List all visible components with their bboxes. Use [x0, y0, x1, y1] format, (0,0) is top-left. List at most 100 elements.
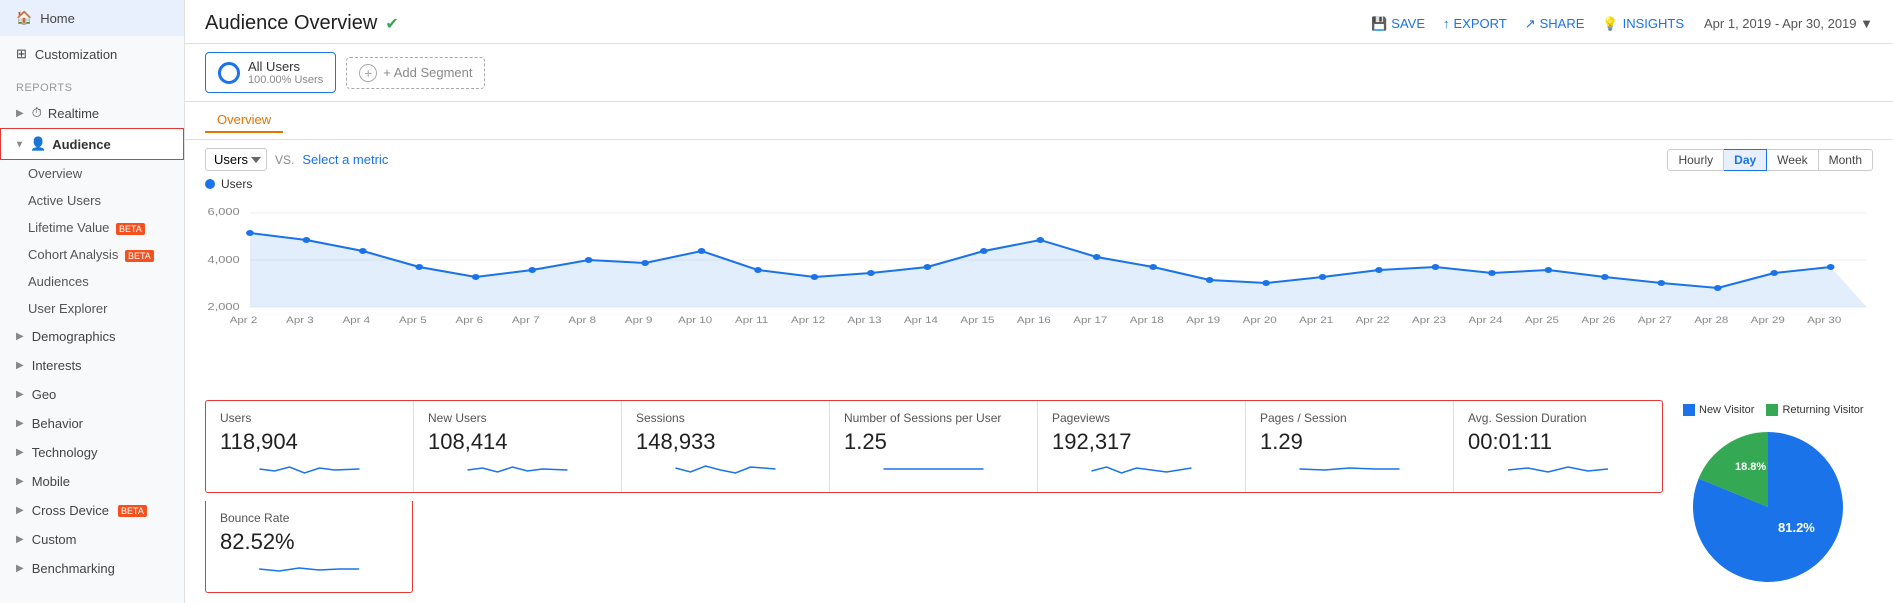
metric-label-bounce: Bounce Rate: [220, 511, 398, 525]
sidebar-item-audience[interactable]: ▾ 👤 Audience: [0, 128, 184, 160]
data-point: [585, 257, 593, 263]
chevron-icon-3: ▶: [16, 360, 24, 371]
legend-returning-visitor: Returning Visitor: [1766, 404, 1863, 416]
bottom-section: Users 118,904 New Users 108,414 Sessions…: [185, 400, 1893, 603]
sidebar-item-behavior[interactable]: ▶ Behavior: [0, 409, 184, 438]
data-point: [867, 270, 875, 276]
svg-text:Apr 12: Apr 12: [791, 316, 825, 325]
svg-text:Apr 14: Apr 14: [904, 316, 938, 325]
time-btn-month[interactable]: Month: [1819, 149, 1873, 171]
sidebar-item-cohort-analysis[interactable]: Cohort Analysis BETA: [0, 241, 184, 268]
svg-text:Apr 28: Apr 28: [1694, 316, 1728, 325]
pie-section: New Visitor Returning Visitor: [1663, 400, 1873, 595]
sidebar-item-technology[interactable]: ▶ Technology: [0, 438, 184, 467]
sidebar-custom-label: Custom: [32, 532, 77, 547]
svg-text:Apr 3: Apr 3: [286, 316, 314, 325]
data-point: [1262, 280, 1270, 286]
metric-dropdown[interactable]: Users: [205, 148, 267, 171]
sidebar-item-lifetime-value[interactable]: Lifetime Value BETA: [0, 214, 184, 241]
chart-controls: Users VS. Select a metric Hourly Day Wee…: [205, 148, 1873, 171]
data-point: [1827, 264, 1835, 270]
sparkline-pages-session: [1260, 459, 1439, 482]
svg-text:Apr 15: Apr 15: [960, 316, 994, 325]
sidebar-item-active-users[interactable]: Active Users: [0, 187, 184, 214]
data-point: [415, 264, 423, 270]
insights-button[interactable]: 💡 INSIGHTS: [1602, 16, 1684, 32]
sidebar-technology-label: Technology: [32, 445, 98, 460]
svg-text:Apr 18: Apr 18: [1130, 316, 1164, 325]
data-point: [1770, 270, 1778, 276]
sidebar-item-benchmarking[interactable]: ▶ Benchmarking: [0, 554, 184, 583]
beta-badge: BETA: [116, 223, 145, 235]
metric-cell-avg-session: Avg. Session Duration 00:01:11: [1454, 401, 1662, 492]
data-point: [1206, 277, 1214, 283]
page-title-area: Audience Overview ✔: [205, 12, 399, 35]
chevron-icon-9: ▶: [16, 534, 24, 545]
save-label: SAVE: [1391, 16, 1425, 31]
metric-value-users: 118,904: [220, 429, 399, 455]
legend-new-visitor: New Visitor: [1683, 404, 1754, 416]
data-point: [1545, 267, 1553, 273]
vs-label: VS.: [275, 153, 294, 167]
time-btn-week[interactable]: Week: [1767, 149, 1818, 171]
sidebar-home-label: Home: [40, 11, 75, 26]
sidebar-item-user-explorer[interactable]: User Explorer: [0, 295, 184, 322]
audience-icon: 👤: [30, 136, 46, 152]
metric-value-pageviews: 192,317: [1052, 429, 1231, 455]
sidebar-item-audiences[interactable]: Audiences: [0, 268, 184, 295]
data-point: [1657, 280, 1665, 286]
sidebar-item-realtime[interactable]: ▶ ⏱ Realtime: [0, 98, 184, 128]
add-icon: +: [359, 64, 377, 82]
select-metric-link[interactable]: Select a metric: [302, 152, 388, 167]
share-button[interactable]: ↗ SHARE: [1525, 16, 1585, 32]
svg-text:Apr 11: Apr 11: [735, 316, 768, 325]
metric-value-avg-session: 00:01:11: [1468, 429, 1648, 455]
sidebar-item-geo[interactable]: ▶ Geo: [0, 380, 184, 409]
sidebar-item-cross-device[interactable]: ▶ Cross Device BETA: [0, 496, 184, 525]
export-button[interactable]: ↑ EXPORT: [1443, 16, 1507, 31]
time-buttons: Hourly Day Week Month: [1667, 149, 1873, 171]
sidebar-item-customization[interactable]: ⊞ Customization: [0, 36, 184, 72]
time-btn-hourly[interactable]: Hourly: [1667, 149, 1724, 171]
metric-value-new-users: 108,414: [428, 429, 607, 455]
metric-label-users: Users: [220, 411, 399, 425]
tab-overview[interactable]: Overview: [205, 108, 283, 133]
svg-text:Apr 24: Apr 24: [1469, 316, 1503, 325]
sparkline-users: [220, 459, 399, 482]
add-segment-button[interactable]: + + Add Segment: [346, 57, 485, 89]
share-icon: ↗: [1525, 16, 1536, 32]
sparkline-new-users: [428, 459, 607, 482]
segment-circle: [218, 62, 240, 84]
sidebar-item-custom[interactable]: ▶ Custom: [0, 525, 184, 554]
sidebar-item-mobile[interactable]: ▶ Mobile: [0, 467, 184, 496]
save-button[interactable]: 💾 SAVE: [1371, 16, 1425, 32]
sidebar-overview-label: Overview: [28, 166, 82, 181]
chevron-icon-7: ▶: [16, 476, 24, 487]
sidebar-realtime-label: Realtime: [48, 106, 99, 121]
all-users-segment[interactable]: All Users 100.00% Users: [205, 52, 336, 93]
sidebar-geo-label: Geo: [32, 387, 57, 402]
metric-cell-pages-session: Pages / Session 1.29: [1246, 401, 1454, 492]
time-btn-day[interactable]: Day: [1724, 149, 1767, 171]
insights-label: INSIGHTS: [1623, 16, 1684, 31]
sidebar-item-overview[interactable]: Overview: [0, 160, 184, 187]
sidebar-item-demographics[interactable]: ▶ Demographics: [0, 322, 184, 351]
svg-text:Apr 29: Apr 29: [1751, 316, 1785, 325]
metric-label-sessions: Sessions: [636, 411, 815, 425]
sidebar-item-interests[interactable]: ▶ Interests: [0, 351, 184, 380]
svg-text:Apr 16: Apr 16: [1017, 316, 1051, 325]
sidebar-item-home[interactable]: 🏠 Home: [0, 0, 184, 36]
svg-text:Apr 13: Apr 13: [847, 316, 881, 325]
sidebar-behavior-label: Behavior: [32, 416, 83, 431]
svg-text:Apr 6: Apr 6: [456, 316, 484, 325]
date-range[interactable]: Apr 1, 2019 - Apr 30, 2019 ▼: [1704, 16, 1873, 31]
bounce-row: Bounce Rate 82.52%: [205, 501, 1663, 593]
share-label: SHARE: [1540, 16, 1585, 31]
svg-text:Apr 27: Apr 27: [1638, 316, 1672, 325]
metric-value-sessions-per-user: 1.25: [844, 429, 1023, 455]
sparkline-pageviews: [1052, 459, 1231, 482]
metric-value-sessions: 148,933: [636, 429, 815, 455]
chevron-icon-10: ▶: [16, 563, 24, 574]
sidebar-cohort-label: Cohort Analysis: [28, 247, 118, 262]
svg-text:Apr 26: Apr 26: [1581, 316, 1615, 325]
